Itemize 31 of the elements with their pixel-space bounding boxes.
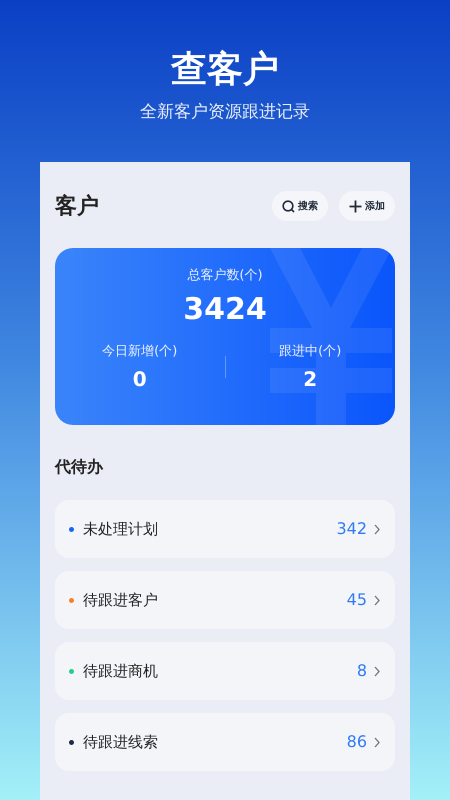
row-count: 45 [346, 589, 367, 611]
total-label: 总客户数(个) [187, 267, 263, 285]
chevron-icon [374, 594, 380, 606]
row-label: 未处理计划 [83, 518, 159, 540]
search-button[interactable]: 搜索 [272, 191, 328, 221]
plus-icon [349, 200, 362, 212]
chevron-icon [374, 736, 380, 748]
banner-subtitle: 全新客户资源跟进记录 [140, 101, 310, 124]
todo-row[interactable]: 待跟进商机 8 [55, 642, 395, 700]
row-label: 待跟进线索 [83, 732, 159, 753]
todo-row[interactable]: 待跟进线索 86 [55, 713, 395, 771]
chevron-icon [374, 524, 380, 534]
todo-row[interactable]: 未处理计划 342 [55, 500, 395, 558]
row-count: 342 [336, 518, 367, 540]
stat-value: 0 [132, 366, 147, 393]
stat-label: 今日新增(个) [102, 342, 178, 360]
total-value: 3424 [183, 290, 267, 328]
yen-icon [270, 248, 392, 425]
stat-value: 2 [303, 366, 318, 393]
search-icon [282, 200, 295, 212]
row-count: 86 [346, 731, 367, 753]
section-title: 代待办 [55, 456, 104, 478]
stat-label: 跟进中(个) [279, 342, 342, 360]
page-title: 客户 [55, 192, 99, 220]
chevron-icon [374, 666, 380, 676]
row-count: 8 [356, 660, 367, 682]
add-button[interactable]: 添加 [339, 191, 395, 221]
row-label: 待跟进客户 [83, 590, 159, 611]
todo-row[interactable]: 待跟进客户 45 [55, 571, 395, 629]
banner-title: 查客户 [171, 48, 279, 92]
row-label: 待跟进商机 [83, 660, 159, 682]
